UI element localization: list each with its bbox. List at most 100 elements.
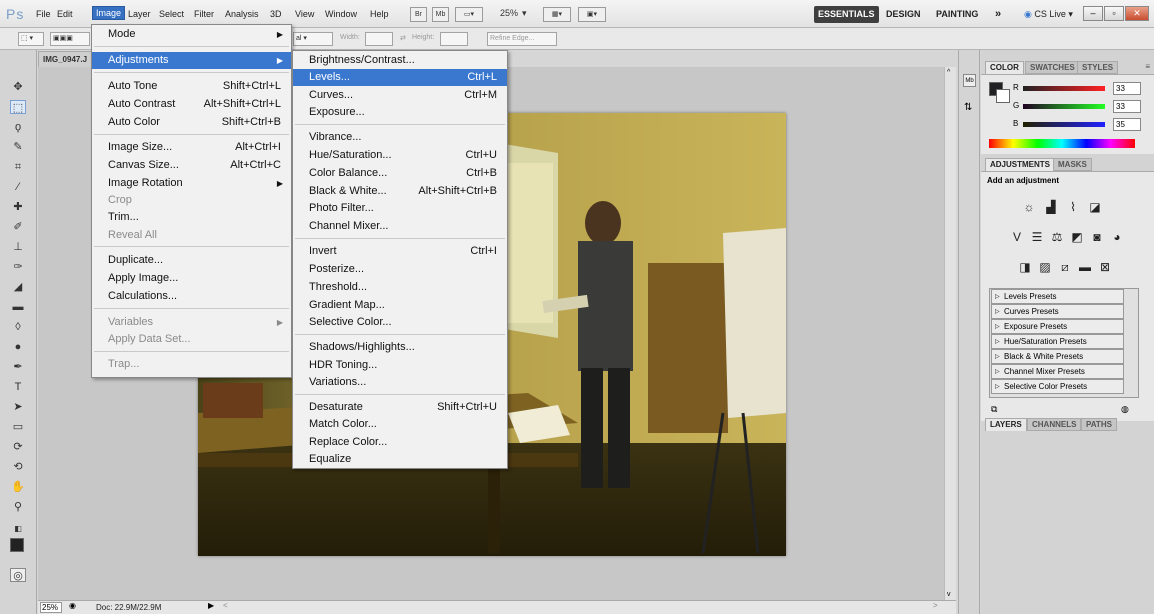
menu-item-apply-image[interactable]: Apply Image... xyxy=(92,270,291,287)
history-panel-icon[interactable]: ⇅ xyxy=(964,102,972,113)
tab-channels[interactable]: CHANNELS xyxy=(1027,418,1082,431)
invert-icon[interactable]: ◨ xyxy=(1017,260,1033,274)
tab-masks[interactable]: MASKS xyxy=(1053,158,1092,171)
clone-stamp-tool-icon[interactable]: ⊥ xyxy=(10,240,26,254)
dodge-tool-icon[interactable]: ● xyxy=(10,340,26,354)
menu-item-hue-saturation[interactable]: Hue/Saturation... Ctrl+U xyxy=(293,147,507,164)
menu-window[interactable]: Window xyxy=(323,8,359,20)
zoom-tool-icon[interactable]: ⚲ xyxy=(10,500,26,514)
preset-item[interactable]: ▷ Black & White Presets xyxy=(991,349,1124,364)
color-background-swatch[interactable] xyxy=(996,89,1010,103)
arrange-documents-button[interactable]: ▦▾ xyxy=(543,7,571,22)
red-slider[interactable] xyxy=(1023,86,1105,91)
width-input[interactable] xyxy=(365,32,393,46)
height-input[interactable] xyxy=(440,32,468,46)
view-extras-button[interactable]: ▭▾ xyxy=(455,7,483,22)
3d-rotate-tool-icon[interactable]: ⟳ xyxy=(10,440,26,454)
menu-image[interactable]: Image xyxy=(92,6,126,20)
menu-item-mode[interactable]: Mode ▶ xyxy=(92,26,291,43)
tab-paths[interactable]: PATHS xyxy=(1081,418,1117,431)
panel-footer-icon-left[interactable]: ⧉ xyxy=(991,404,997,415)
quick-selection-tool-icon[interactable]: ✎ xyxy=(10,140,26,154)
tab-swatches[interactable]: SWATCHES xyxy=(1025,61,1080,74)
menu-select[interactable]: Select xyxy=(157,8,186,20)
menu-edit[interactable]: Edit xyxy=(55,8,75,20)
mini-bridge-panel-icon[interactable]: Mb xyxy=(963,74,976,87)
exposure-icon[interactable]: ◪ xyxy=(1087,200,1103,214)
menu-item-vibrance[interactable]: Vibrance... xyxy=(293,129,507,146)
menu-item-channel-mixer[interactable]: Channel Mixer... xyxy=(293,218,507,235)
levels-icon[interactable]: ▟ xyxy=(1043,200,1059,214)
minimize-button[interactable]: – xyxy=(1083,6,1103,21)
menu-help[interactable]: Help xyxy=(368,8,391,20)
chevron-down-icon[interactable]: ▾ xyxy=(522,8,527,19)
red-value-input[interactable]: 33 xyxy=(1113,82,1141,95)
more-workspaces-button[interactable]: » xyxy=(991,6,1005,23)
status-menu-arrow-icon[interactable]: ▶ xyxy=(208,601,214,610)
workspace-painting[interactable]: PAINTING xyxy=(932,6,982,23)
posterize-icon[interactable]: ▨ xyxy=(1037,260,1053,274)
type-tool-icon[interactable]: T xyxy=(10,380,26,394)
blur-tool-icon[interactable]: ◊ xyxy=(10,320,26,334)
menu-item-calculations[interactable]: Calculations... xyxy=(92,288,291,305)
document-tab[interactable]: IMG_0947.J xyxy=(38,51,98,67)
menu-item-black-white[interactable]: Black & White... Alt+Shift+Ctrl+B xyxy=(293,183,507,200)
scroll-up-icon[interactable]: ^ xyxy=(947,69,950,76)
black-white-icon[interactable]: ◩ xyxy=(1069,230,1085,244)
zoom-level-dropdown[interactable]: 25% xyxy=(500,8,518,18)
history-brush-tool-icon[interactable]: ✑ xyxy=(10,260,26,274)
menu-item-levels[interactable]: Levels... Ctrl+L xyxy=(293,69,507,86)
foreground-color-swatch[interactable] xyxy=(10,538,24,552)
selective-color-icon[interactable]: ⊠ xyxy=(1097,260,1113,274)
menu-item-auto-color[interactable]: Auto Color Shift+Ctrl+B xyxy=(92,114,291,131)
tab-layers[interactable]: LAYERS xyxy=(985,418,1027,431)
default-colors-icon[interactable]: ◧ xyxy=(10,522,26,536)
brightness-contrast-icon[interactable]: ☼ xyxy=(1021,200,1037,214)
green-value-input[interactable]: 33 xyxy=(1113,100,1141,113)
crop-tool-icon[interactable]: ⌗ xyxy=(10,160,26,174)
photo-filter-icon[interactable]: ◙ xyxy=(1089,230,1105,244)
eraser-tool-icon[interactable]: ◢ xyxy=(10,280,26,294)
refine-edge-button[interactable]: Refine Edge... xyxy=(487,32,557,46)
bridge-button[interactable]: Br xyxy=(410,7,427,22)
menu-item-auto-contrast[interactable]: Auto Contrast Alt+Shift+Ctrl+L xyxy=(92,96,291,113)
blue-value-input[interactable]: 35 xyxy=(1113,118,1141,131)
status-info-icon[interactable]: ◉ xyxy=(69,601,76,610)
menu-item-curves[interactable]: Curves... Ctrl+M xyxy=(293,87,507,104)
menu-item-photo-filter[interactable]: Photo Filter... xyxy=(293,200,507,217)
vibrance-icon[interactable]: V xyxy=(1009,230,1025,244)
menu-item-brightness-contrast[interactable]: Brightness/Contrast... xyxy=(293,52,507,69)
channel-mixer-icon[interactable]: ◕ xyxy=(1109,230,1125,244)
scroll-right-icon[interactable]: > xyxy=(933,601,938,610)
menu-file[interactable]: File xyxy=(34,8,53,20)
screen-mode-button[interactable]: ▣▾ xyxy=(578,7,606,22)
preset-item[interactable]: ▷ Levels Presets xyxy=(991,289,1124,304)
menu-view[interactable]: View xyxy=(293,8,316,20)
menu-item-posterize[interactable]: Posterize... xyxy=(293,261,507,278)
3d-orbit-tool-icon[interactable]: ⟲ xyxy=(10,460,26,474)
menu-item-auto-tone[interactable]: Auto Tone Shift+Ctrl+L xyxy=(92,78,291,95)
mini-bridge-button[interactable]: Mb xyxy=(432,7,449,22)
menu-item-canvas-size[interactable]: Canvas Size... Alt+Ctrl+C xyxy=(92,157,291,174)
menu-3d[interactable]: 3D xyxy=(268,8,284,20)
menu-item-trim[interactable]: Trim... xyxy=(92,209,291,226)
healing-brush-tool-icon[interactable]: ✚ xyxy=(10,200,26,214)
menu-item-shadows-highlights[interactable]: Shadows/Highlights... xyxy=(293,339,507,356)
curves-icon[interactable]: ⌇ xyxy=(1065,200,1081,214)
rectangle-tool-icon[interactable]: ▭ xyxy=(10,420,26,434)
tab-styles[interactable]: STYLES xyxy=(1077,61,1119,74)
preset-item[interactable]: ▷ Selective Color Presets xyxy=(991,379,1124,394)
maximize-button[interactable]: ▫ xyxy=(1104,6,1124,21)
menu-item-threshold[interactable]: Threshold... xyxy=(293,279,507,296)
menu-item-desaturate[interactable]: Desaturate Shift+Ctrl+U xyxy=(293,399,507,416)
cs-live-button[interactable]: ◉ CS Live ▾ xyxy=(1020,6,1077,23)
selection-mode-buttons[interactable]: ▣▣▣ xyxy=(50,32,90,46)
panel-footer-icon-right[interactable]: ◍ xyxy=(1121,404,1129,415)
menu-item-replace-color[interactable]: Replace Color... xyxy=(293,434,507,451)
preset-item[interactable]: ▷ Channel Mixer Presets xyxy=(991,364,1124,379)
vertical-scrollbar[interactable]: ^ v xyxy=(944,67,956,600)
lasso-tool-icon[interactable]: ϙ xyxy=(10,120,26,134)
menu-item-color-balance[interactable]: Color Balance... Ctrl+B xyxy=(293,165,507,182)
eyedropper-tool-icon[interactable]: ⁄ xyxy=(10,180,26,194)
threshold-icon[interactable]: ⧄ xyxy=(1057,260,1073,274)
